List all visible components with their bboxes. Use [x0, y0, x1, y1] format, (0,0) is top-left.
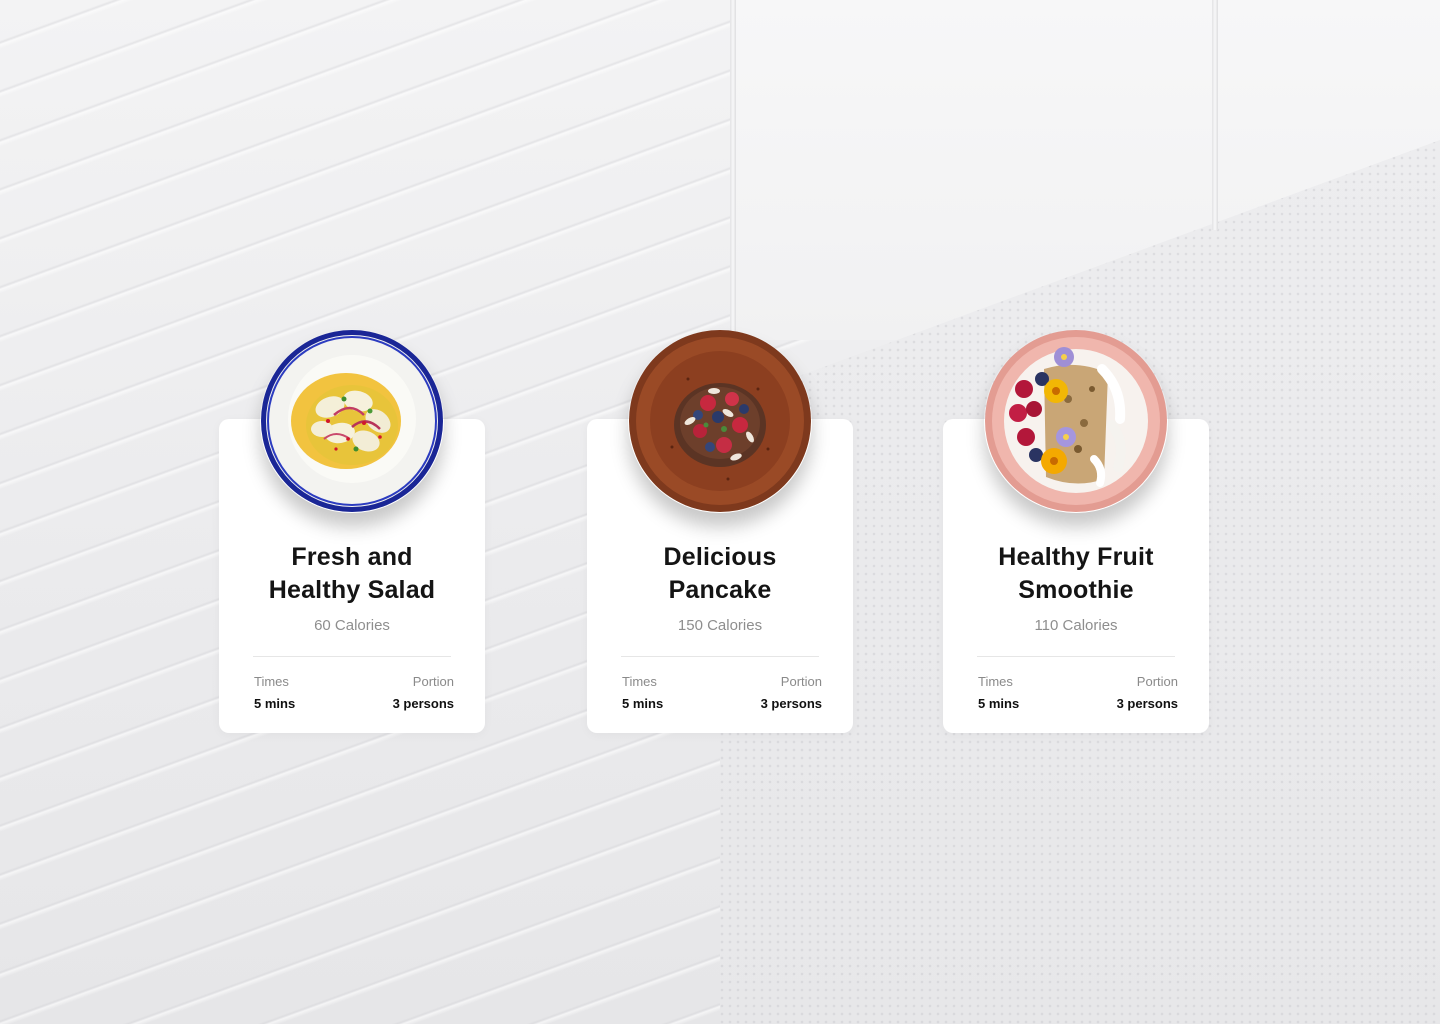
pancake-plate-image [628, 329, 812, 513]
times-label: Times [978, 674, 1013, 689]
portion-label: Portion [412, 674, 454, 689]
times-value: 5 mins [622, 696, 664, 711]
salad-bowl-image [260, 329, 444, 513]
recipe-card-salad[interactable]: Fresh and Healthy Salad 60 Calories Time… [219, 330, 485, 733]
background-pole [1212, 0, 1218, 230]
times-value: 5 mins [254, 696, 296, 711]
times-label: Times [622, 674, 657, 689]
recipe-title: Delicious Pancake [663, 543, 777, 604]
times-value: 5 mins [978, 696, 1020, 711]
portion-value: 3 persons [392, 696, 454, 711]
recipe-calories: 60 Calories [314, 617, 390, 634]
portion-value: 3 persons [1116, 696, 1178, 711]
divider [977, 656, 1175, 657]
recipe-title: Healthy Fruit Smoothie [998, 543, 1154, 604]
smoothie-bowl-image [984, 329, 1168, 513]
recipe-card-pancake[interactable]: Delicious Pancake 150 Calories Times 5 m… [587, 330, 853, 733]
divider [253, 656, 451, 657]
divider [621, 656, 819, 657]
recipe-title: Fresh and Healthy Salad [268, 543, 436, 604]
times-label: Times [254, 674, 289, 689]
portion-value: 3 persons [760, 696, 822, 711]
recipe-calories: 110 Calories [1034, 617, 1118, 634]
recipe-calories: 150 Calories [677, 617, 763, 634]
recipe-card-smoothie[interactable]: Healthy Fruit Smoothie 110 Calories Time… [943, 330, 1209, 733]
portion-label: Portion [1136, 674, 1178, 689]
background-pole [730, 0, 736, 340]
portion-label: Portion [780, 674, 822, 689]
